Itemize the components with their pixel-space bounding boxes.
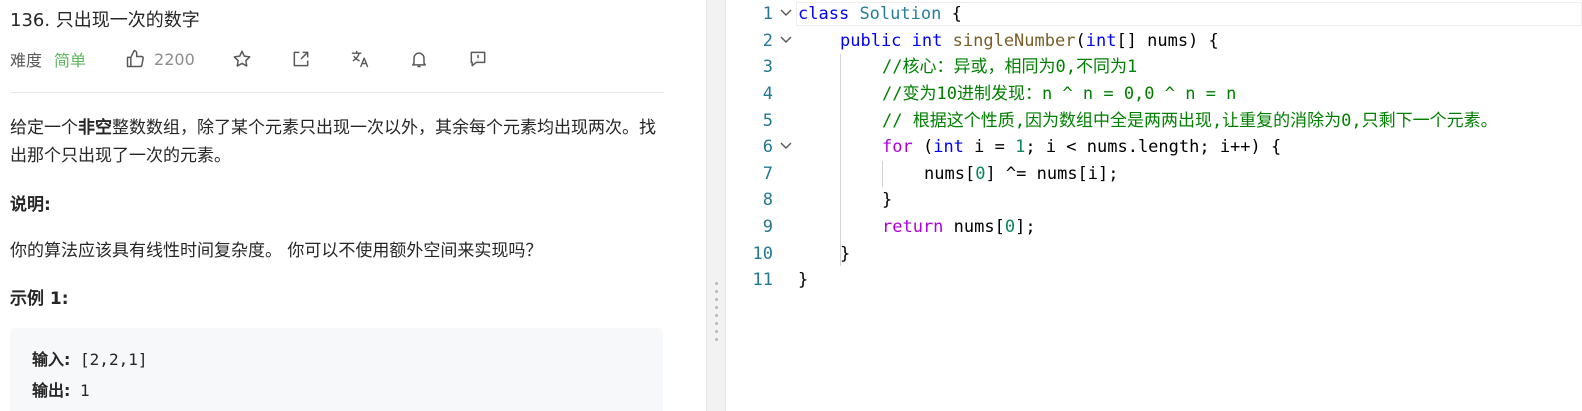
code-line: 11 }: [726, 267, 1582, 293]
code-comment: //变为10进制发现：n ^ n = 0,0 ^ n = n: [882, 84, 1237, 104]
thumbs-up-icon[interactable]: [124, 48, 146, 70]
drag-dots-icon: [715, 282, 718, 346]
example-input: 输入: [2,2,1]: [32, 346, 147, 370]
line-number: 9: [762, 217, 773, 237]
example-input-value: [2,2,1]: [70, 350, 148, 369]
description-bold: 非空: [78, 118, 112, 138]
fold-chevron-icon[interactable]: [778, 137, 796, 155]
example-output-value: 1: [70, 381, 90, 400]
star-icon[interactable]: [231, 48, 253, 70]
app: 136. 只出现一次的数字 难度 简单 2200 给定一个非空整数数组，除了某个…: [0, 0, 1582, 411]
code-text: return nums[0];: [882, 217, 1036, 237]
code-line: 10 }: [726, 241, 1582, 267]
problem-panel: 136. 只出现一次的数字 难度 简单 2200 给定一个非空整数数组，除了某个…: [0, 0, 706, 411]
problem-meta-bar: 难度 简单 2200: [10, 46, 489, 72]
code-text: }: [840, 244, 851, 264]
explain-text: 你的算法应该具有线性时间复杂度。 你可以不使用额外空间来实现吗？: [10, 241, 543, 261]
line-number: 8: [762, 190, 773, 210]
problem-description: 给定一个非空整数数组，除了某个元素只出现一次以外，其余每个元素均出现两次。找出那…: [10, 114, 660, 170]
line-number: 6: [762, 137, 773, 157]
translate-icon[interactable]: [349, 48, 371, 70]
code-text: }: [798, 270, 809, 290]
code-text: class Solution {: [798, 4, 962, 24]
meta-divider: [10, 92, 664, 93]
line-number: 7: [762, 164, 773, 184]
description-text-1: 给定一个: [10, 118, 78, 138]
line-number: 10: [752, 244, 773, 264]
code-text: nums[0] ^= nums[i];: [924, 164, 1119, 184]
explain-heading: 说明:: [10, 195, 51, 215]
line-number: 3: [762, 57, 773, 77]
difficulty-label: 难度: [10, 51, 43, 70]
code-text: }: [882, 190, 893, 210]
like-count: 2200: [154, 49, 195, 69]
fold-chevron-icon[interactable]: [778, 4, 796, 22]
code-line: 7 nums[0] ^= nums[i];: [726, 161, 1582, 187]
code-line: 3 //核心：异或，相同为0,不同为1: [726, 54, 1582, 80]
code-text: public int singleNumber(int[] nums) {: [840, 31, 1219, 51]
example-block: 输入: [2,2,1] 输出: 1: [10, 328, 663, 411]
example-output-label: 输出:: [32, 381, 71, 400]
line-number: 4: [762, 84, 773, 104]
fold-chevron-icon[interactable]: [778, 31, 796, 49]
example-output: 输出: 1: [32, 377, 90, 401]
code-line: 4 //变为10进制发现：n ^ n = 0,0 ^ n = n: [726, 81, 1582, 107]
code-line: 2 public int singleNumber(int[] nums) {: [726, 28, 1582, 54]
panel-resize-handle[interactable]: [706, 0, 726, 411]
code-line: 8 }: [726, 187, 1582, 213]
line-number: 2: [762, 31, 773, 51]
example-input-label: 输入:: [32, 350, 71, 369]
code-line: 5 // 根据这个性质,因为数组中全是两两出现,让重复的消除为0,只剩下一个元素…: [726, 108, 1582, 134]
line-number: 11: [752, 270, 773, 290]
code-line: 9 return nums[0];: [726, 214, 1582, 240]
code-line: 1 class Solution {: [726, 1, 1582, 27]
code-line: 6 for (int i = 1; i < nums.length; i++) …: [726, 134, 1582, 160]
line-number: 5: [762, 111, 773, 131]
problem-title: 136. 只出现一次的数字: [10, 10, 200, 31]
share-icon[interactable]: [290, 48, 312, 70]
example-heading: 示例 1:: [10, 289, 69, 309]
bell-icon[interactable]: [408, 48, 430, 70]
code-comment: //核心：异或，相同为0,不同为1: [882, 57, 1138, 77]
code-editor[interactable]: 1 class Solution { 2 public int singleNu…: [726, 0, 1582, 411]
feedback-icon[interactable]: [467, 48, 489, 70]
code-comment: // 根据这个性质,因为数组中全是两两出现,让重复的消除为0,只剩下一个元素。: [882, 111, 1498, 131]
difficulty-value: 简单: [54, 51, 87, 70]
code-text: for (int i = 1; i < nums.length; i++) {: [882, 137, 1282, 157]
line-number: 1: [762, 4, 773, 24]
